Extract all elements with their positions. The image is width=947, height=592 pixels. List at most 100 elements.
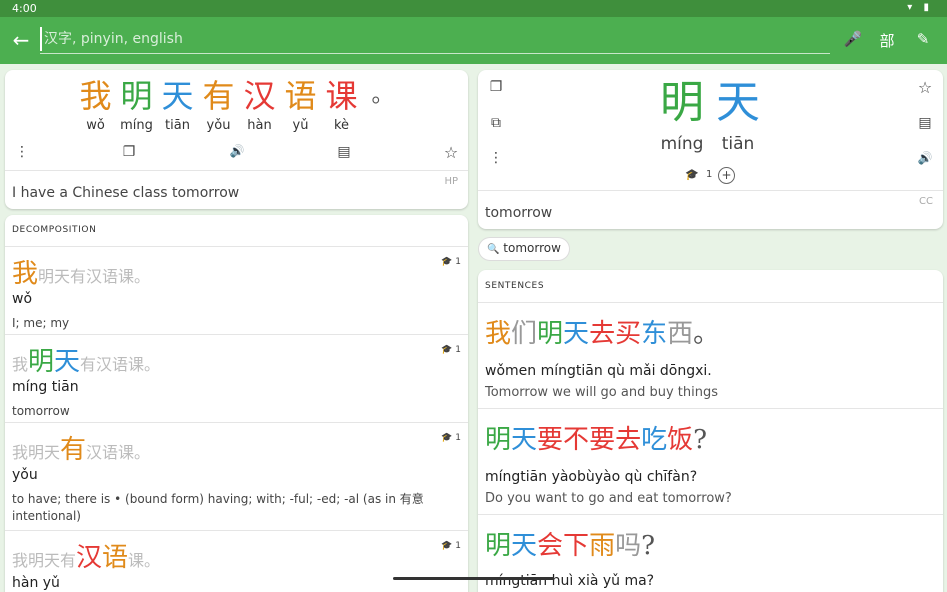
sentence-hanzi: 明天要不要去吃饭? <box>485 419 707 456</box>
sentence-char[interactable]: 课 kè <box>321 76 362 133</box>
sentence-pinyin: míngtiān huì xià yǔ ma? <box>485 573 655 589</box>
sentence-context: 我明天有汉语课。 <box>12 341 160 378</box>
sentence-translation: Tomorrow we will go and buy things <box>485 385 719 400</box>
search-input[interactable] <box>40 27 830 51</box>
sentence-translation: Do you want to go and eat tomorrow? <box>485 491 732 506</box>
copy-icon[interactable]: ❐ <box>486 79 506 95</box>
open-icon[interactable]: ⧉ <box>486 115 506 131</box>
context-after: 有汉语课。 <box>80 355 161 374</box>
sentence-characters: 我 wǒ 明 míng 天 tiān 有 yǒu 汉 hàn 语 yǔ 课 kè 。 <box>75 76 403 133</box>
level-count: 1 <box>455 257 461 267</box>
add-button[interactable]: + <box>718 167 735 184</box>
highlight-char: 语 <box>102 543 129 573</box>
sentence-char[interactable]: 。 <box>362 76 403 133</box>
source-label: HP <box>444 176 458 187</box>
word-translation: tomorrow <box>485 205 553 221</box>
highlight-char: 天 <box>54 347 81 377</box>
app-bar: ← 🎤 部 ✎ <box>0 17 947 64</box>
sentence-item[interactable]: 明天要不要去吃饭? míngtiān yàobùyào qù chīfàn? Do … <box>478 408 943 514</box>
sentence-char[interactable]: 明 míng <box>116 76 157 133</box>
highlight-char: 有 <box>60 435 87 465</box>
decomposition-item[interactable]: 我明天有汉语课。 🎓 1 wǒ I; me; my <box>5 246 468 334</box>
audio-icon[interactable]: 🔊 <box>915 151 935 165</box>
hanzi: 雨 <box>589 531 616 561</box>
decomposition-item[interactable]: 我明天有汉语课。 🎓 1 hàn yǔ <box>5 530 468 592</box>
radical-button[interactable]: 部 <box>877 30 897 51</box>
context-after: 明天有汉语课。 <box>38 267 151 286</box>
hanzi: 天 <box>511 425 538 455</box>
home-indicator[interactable] <box>393 577 554 580</box>
star-icon[interactable]: ☆ <box>441 143 461 162</box>
search-chip[interactable]: 🔍 tomorrow <box>479 238 569 260</box>
status-bar: 4:00 ▾ ▮ <box>0 0 947 17</box>
sentence-char[interactable]: 语 yǔ <box>280 76 321 133</box>
audio-icon[interactable]: 🔊 <box>227 144 247 158</box>
context-before: 我明天 <box>12 443 61 462</box>
microphone-icon[interactable]: 🎤 <box>843 30 863 48</box>
hanzi: ? <box>641 531 656 561</box>
hanzi: 西 <box>667 319 694 349</box>
comment-icon[interactable]: ▤ <box>915 115 935 131</box>
hanzi: 饭 <box>667 425 694 455</box>
highlight-char: 明 <box>28 347 55 377</box>
sentence-char[interactable]: 我 wǒ <box>75 76 116 133</box>
sentence-char[interactable]: 有 yǒu <box>198 76 239 133</box>
copy-icon[interactable]: ❐ <box>119 144 139 160</box>
definition: to have; there is • (bound form) having;… <box>12 492 424 523</box>
level-count: 1 <box>455 345 461 355</box>
back-icon[interactable]: ← <box>10 28 32 52</box>
level-badge: 🎓 1 <box>441 433 461 443</box>
word-char[interactable]: 明 míng <box>654 74 710 154</box>
pinyin: yǔ <box>292 118 309 133</box>
more-icon[interactable]: ⋮ <box>12 144 32 160</box>
pinyin: kè <box>333 118 350 133</box>
pinyin: tiān <box>165 118 190 133</box>
definition: tomorrow <box>12 404 70 418</box>
hanzi: 吃 <box>641 425 668 455</box>
sentence-item[interactable]: 我们明天去买东西。 wǒmen míngtiān qù mǎi dōngxi. To… <box>478 302 943 408</box>
context-after: 课。 <box>128 551 161 570</box>
sentence-pinyin: wǒmen míngtiān qù mǎi dōngxi. <box>485 363 712 379</box>
star-icon[interactable]: ☆ <box>915 78 935 97</box>
hanzi: 下 <box>563 531 590 561</box>
hanzi: 不 <box>563 425 590 455</box>
hanzi: 语 <box>284 77 317 115</box>
pinyin: tiān <box>721 134 755 154</box>
hanzi: 天 <box>511 531 538 561</box>
sentence-pinyin: míngtiān yàobùyào qù chīfàn? <box>485 469 698 485</box>
decomposition-title: DECOMPOSITION <box>12 225 97 235</box>
brush-icon[interactable]: ✎ <box>913 30 933 48</box>
more-icon[interactable]: ⋮ <box>486 150 506 166</box>
decomposition-item[interactable]: 我明天有汉语课。 🎓 1 míng tiān tomorrow <box>5 334 468 422</box>
highlight-char: 汉 <box>76 543 103 573</box>
sentence-translation: I have a Chinese class tomorrow <box>12 185 240 201</box>
comment-icon[interactable]: ▤ <box>334 144 354 160</box>
sentence-char[interactable]: 汉 hàn <box>239 76 280 133</box>
search-chip-label: tomorrow <box>503 241 561 255</box>
grad-cap-icon: 🎓 <box>441 345 453 355</box>
sentence-context: 我明天有汉语课。 <box>12 429 150 466</box>
hanzi: 要 <box>589 425 616 455</box>
hanzi: 明 <box>485 531 512 561</box>
highlight-char: 我 <box>12 259 39 289</box>
hanzi: 天 <box>716 77 760 128</box>
hanzi: 买 <box>615 319 642 349</box>
hanzi: 们 <box>511 319 538 349</box>
hanzi: 吗 <box>615 531 642 561</box>
hanzi: 天 <box>161 77 194 115</box>
hanzi: 东 <box>641 319 668 349</box>
word-char[interactable]: 天 tiān <box>710 74 766 154</box>
source-label: CC <box>919 196 933 207</box>
decomposition-item[interactable]: 我明天有汉语课。 🎓 1 yǒu to have; there is • (bound … <box>5 422 468 530</box>
hanzi: 明 <box>660 77 704 128</box>
hanzi: 明 <box>537 319 564 349</box>
word-card: ❐ ⧉ ⋮ ☆ ▤ 🔊 明 míng 天 tiān 🎓 1 + CC tomorrow <box>478 70 943 229</box>
sentence-char[interactable]: 天 tiān <box>157 76 198 133</box>
sentence-item[interactable]: 明天会下雨吗? míngtiān huì xià yǔ ma? <box>478 514 943 592</box>
context-after: 汉语课。 <box>86 443 151 462</box>
level-badge: 🎓 1 <box>441 257 461 267</box>
pinyin: wǒ <box>86 118 105 133</box>
grad-cap-icon: 🎓 <box>441 433 453 443</box>
sentences-card: SENTENCES 我们明天去买东西。 wǒmen míngtiān qù mǎi… <box>478 270 943 592</box>
level-count: 1 <box>455 433 461 443</box>
